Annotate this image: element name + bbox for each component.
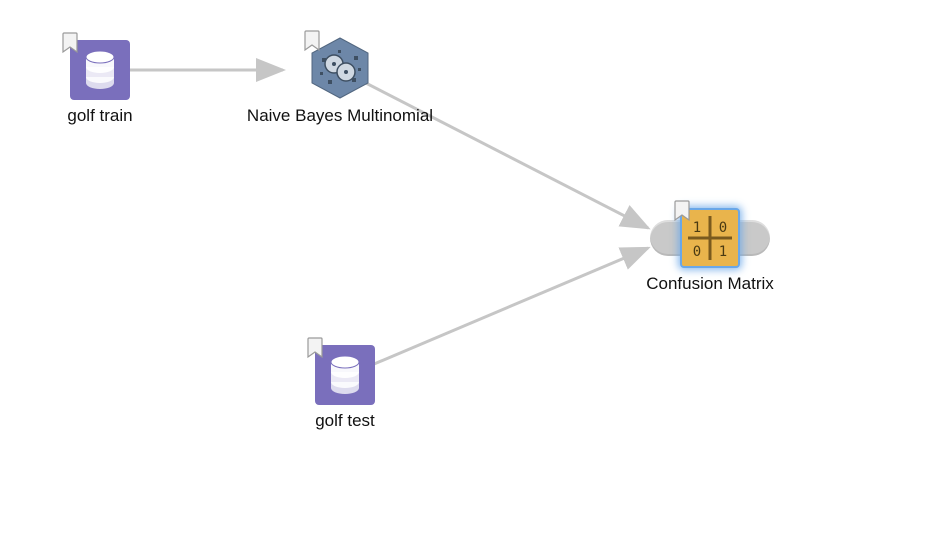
node-label: Confusion Matrix: [630, 274, 790, 294]
bookmark-icon: [674, 200, 692, 222]
node-label: Naive Bayes Multinomial: [240, 106, 440, 126]
edge: [360, 248, 648, 370]
bookmark-icon: [307, 337, 325, 359]
workflow-canvas[interactable]: golf train Na: [0, 0, 930, 546]
node-confusion-matrix[interactable]: 1 0 0 1 Confusion Matrix: [630, 208, 790, 294]
svg-text:0: 0: [719, 220, 727, 236]
node-golf-test[interactable]: golf test: [290, 345, 400, 431]
node-label: golf train: [45, 106, 155, 126]
node-golf-train[interactable]: golf train: [45, 40, 155, 126]
node-naive-bayes[interactable]: Naive Bayes Multinomial: [240, 36, 440, 126]
svg-text:0: 0: [693, 244, 701, 260]
svg-text:1: 1: [719, 244, 727, 260]
node-label: golf test: [290, 411, 400, 431]
svg-text:1: 1: [693, 220, 701, 236]
bookmark-icon: [62, 32, 80, 54]
bookmark-icon: [304, 30, 322, 52]
